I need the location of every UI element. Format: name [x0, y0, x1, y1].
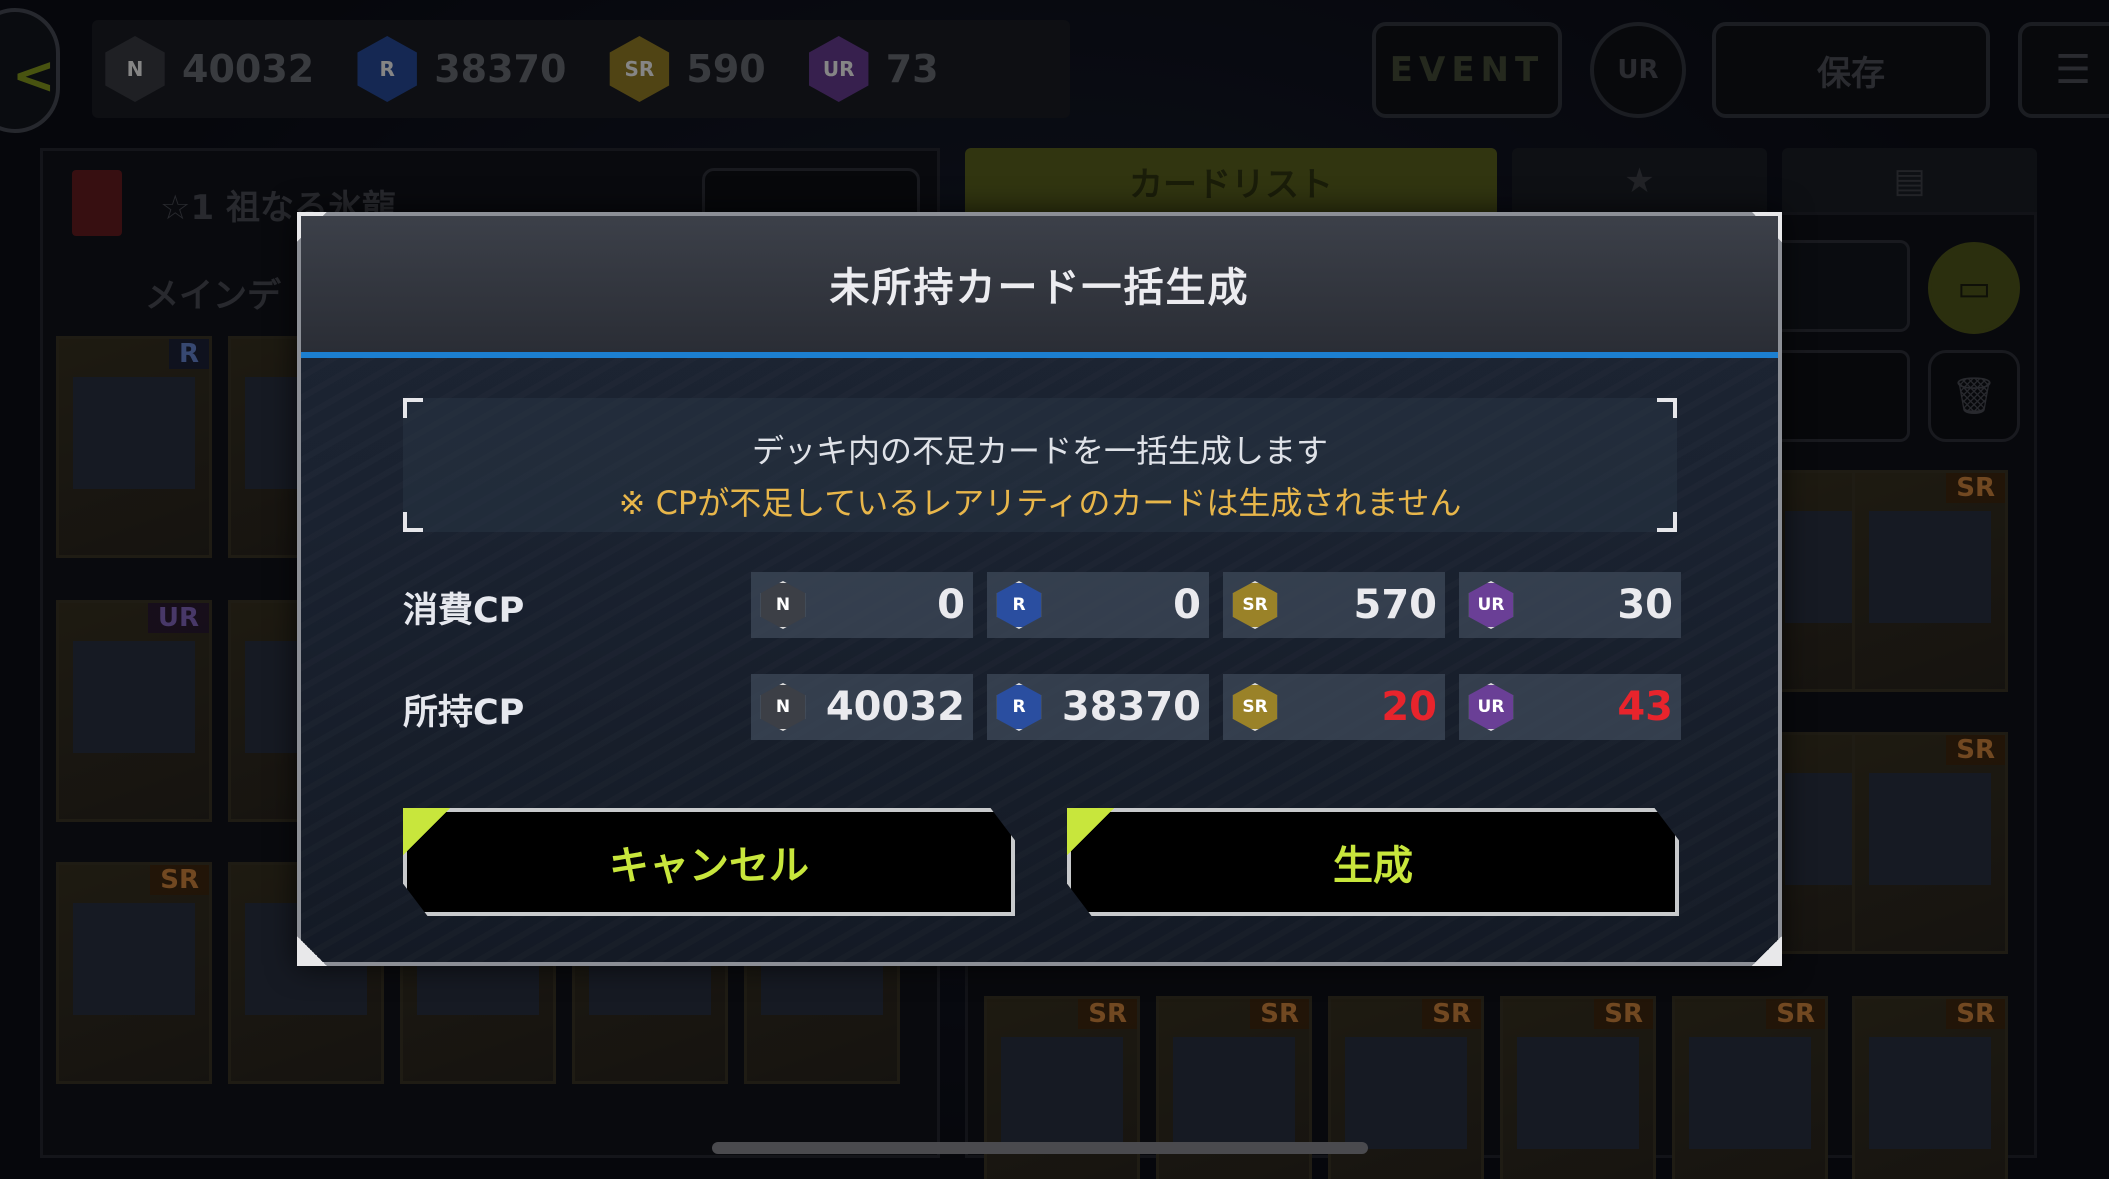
cancel-button-label: キャンセル [609, 843, 809, 889]
bulk-generate-dialog: 未所持カード一括生成 デッキ内の不足カードを一括生成します ※ CPが不足してい… [297, 212, 1782, 966]
cp-n-icon: N [760, 581, 806, 629]
cp-cell-n: N 0 [751, 572, 973, 638]
cp-cell-sr: SR 570 [1223, 572, 1445, 638]
cp-cell-sr: SR 20 [1223, 674, 1445, 740]
cp-cell-ur: UR 43 [1459, 674, 1681, 740]
cancel-button[interactable]: キャンセル [403, 808, 1015, 916]
cp-cell-r: R 38370 [987, 674, 1209, 740]
info-description: デッキ内の不足カードを一括生成します [751, 432, 1328, 470]
cp-sr-icon: SR [1232, 581, 1278, 629]
dialog-title: 未所持カード一括生成 [829, 265, 1250, 311]
cp-cell-r: R 0 [987, 572, 1209, 638]
cp-sr-icon: SR [1232, 683, 1278, 731]
cp-value-insufficient: 20 [1381, 684, 1437, 730]
cp-cell-n: N 40032 [751, 674, 973, 740]
row-label: 所持CP [403, 693, 525, 733]
cp-ur-icon: UR [1468, 683, 1514, 731]
cp-n-icon: N [760, 683, 806, 731]
cp-r-icon: R [996, 683, 1042, 731]
cp-value: 0 [937, 582, 965, 628]
consumed-cp-row: 消費CP N 0 R 0 SR 570 UR 30 [403, 572, 1681, 638]
cp-value: 38370 [1061, 684, 1201, 730]
cp-value: 0 [1173, 582, 1201, 628]
cp-ur-icon: UR [1468, 581, 1514, 629]
bracket-corner [403, 398, 423, 418]
cp-value: 40032 [825, 684, 965, 730]
owned-cp-row: 所持CP N 40032 R 38370 SR 20 UR 43 [403, 674, 1681, 740]
cp-value: 570 [1353, 582, 1438, 628]
dialog-corner [1752, 936, 1782, 966]
bracket-corner [1657, 398, 1677, 418]
button-accent [1067, 808, 1123, 864]
row-label: 消費CP [403, 591, 525, 631]
cp-value: 30 [1617, 582, 1673, 628]
cp-r-icon: R [996, 581, 1042, 629]
button-accent [403, 808, 459, 864]
dialog-corner [297, 936, 327, 966]
generate-button[interactable]: 生成 [1067, 808, 1679, 916]
cp-value-insufficient: 43 [1617, 684, 1673, 730]
home-indicator[interactable] [712, 1142, 1368, 1154]
info-warning: ※ CPが不足しているレアリティのカードは生成されません [618, 484, 1462, 522]
generate-button-label: 生成 [1333, 843, 1413, 889]
cp-cell-ur: UR 30 [1459, 572, 1681, 638]
dialog-header: 未所持カード一括生成 [301, 216, 1778, 358]
info-box: デッキ内の不足カードを一括生成します ※ CPが不足しているレアリティのカードは… [403, 398, 1677, 532]
